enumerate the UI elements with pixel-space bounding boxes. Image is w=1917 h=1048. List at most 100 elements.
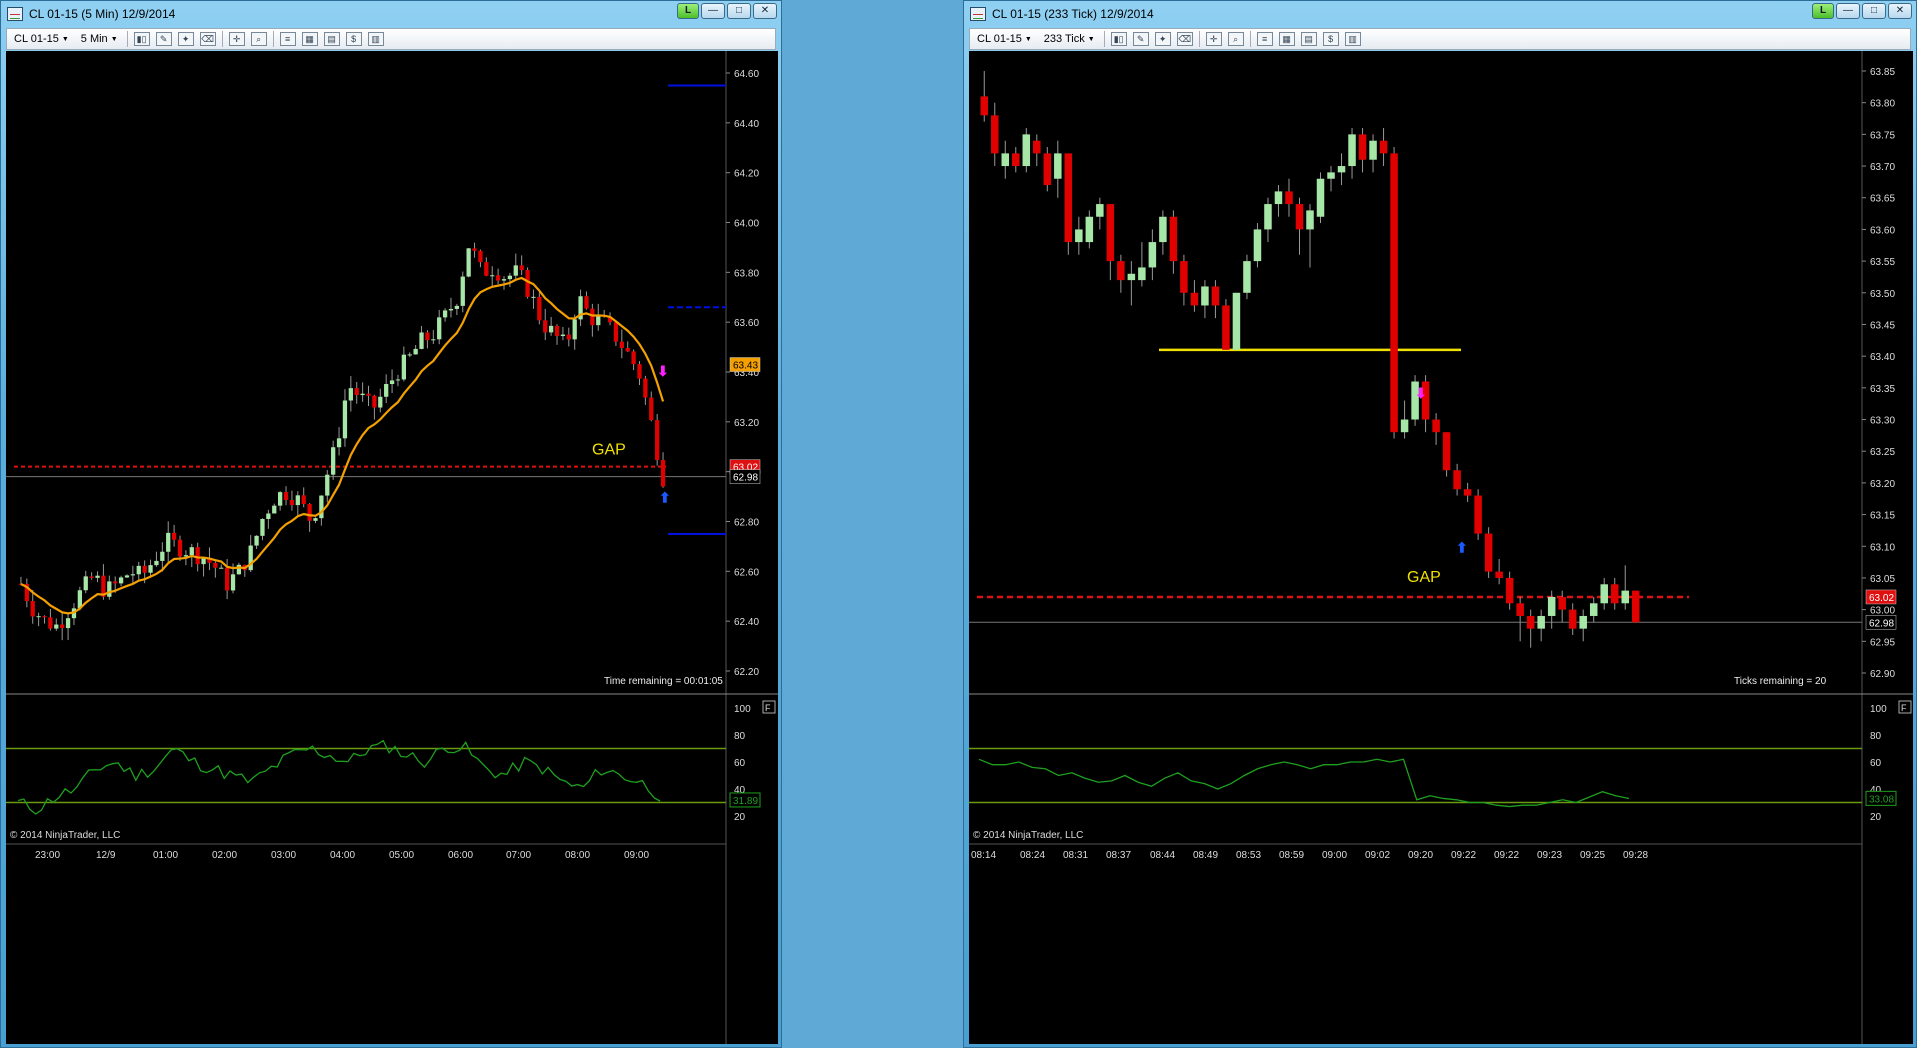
candle-body bbox=[189, 547, 194, 556]
candle-body bbox=[1484, 533, 1493, 572]
last-price-flag: 62.98 bbox=[733, 473, 758, 484]
time-tick-label: 04:00 bbox=[330, 850, 355, 861]
candle-body bbox=[219, 567, 224, 569]
dollar-icon[interactable]: $ bbox=[345, 32, 362, 46]
time-tick-label: 07:00 bbox=[506, 850, 531, 861]
right-chart-canvas[interactable]: 63.85 63.80 63.75 63.70 63.65 63.60 63.55 63.50… bbox=[969, 51, 1913, 1044]
candle-body bbox=[1264, 204, 1272, 230]
maximize-button[interactable]: □ bbox=[727, 3, 751, 19]
time-tick-label: 08:37 bbox=[1106, 850, 1131, 861]
price-tick-label: 63.40 bbox=[1870, 352, 1895, 363]
zoom-icon[interactable]: ⌕ bbox=[250, 32, 267, 46]
right-chart-panel[interactable]: 63.85 63.80 63.75 63.70 63.65 63.60 63.55 63.50… bbox=[969, 51, 1913, 1044]
draw-tool-icon[interactable]: ✦ bbox=[177, 32, 194, 46]
panel-f-label: F bbox=[1901, 703, 1907, 713]
candle-body bbox=[166, 532, 171, 552]
candle-body bbox=[1516, 603, 1524, 616]
time-tick-label: 02:00 bbox=[212, 850, 237, 861]
candle-body bbox=[431, 339, 436, 341]
interval-selector[interactable]: 5 Min ▼ bbox=[78, 33, 121, 45]
bar-type-icon[interactable]: ▮▯ bbox=[1110, 32, 1127, 46]
candle-body bbox=[336, 438, 342, 448]
time-tick-label: 08:59 bbox=[1279, 850, 1304, 861]
candle-body bbox=[1610, 584, 1619, 604]
candle-body bbox=[289, 499, 295, 506]
candle-body bbox=[1442, 432, 1451, 471]
interval-selector[interactable]: 233 Tick ▼ bbox=[1041, 33, 1098, 45]
left-chart-canvas[interactable]: 64.6064.4064.2064.0063.8063.6063.4063.20… bbox=[6, 51, 778, 1044]
candle-body bbox=[313, 518, 318, 521]
candle-body bbox=[1096, 204, 1104, 217]
candle-body bbox=[1148, 242, 1157, 268]
candle-body bbox=[454, 305, 460, 309]
strategies-icon[interactable]: ▦ bbox=[1278, 32, 1295, 46]
properties-icon[interactable]: ▤ bbox=[1300, 32, 1317, 46]
crosshair-icon[interactable]: ✛ bbox=[1205, 32, 1222, 46]
toolbar-divider bbox=[272, 31, 274, 47]
data-box-icon[interactable]: ▥ bbox=[1344, 32, 1361, 46]
candle-body bbox=[584, 296, 589, 309]
price-tick-label: 63.65 bbox=[1870, 194, 1895, 205]
draw-tool-icon[interactable]: ✦ bbox=[1154, 32, 1171, 46]
dollar-icon[interactable]: $ bbox=[1322, 32, 1339, 46]
candle-body bbox=[1495, 571, 1503, 578]
time-tick-label: 03:00 bbox=[271, 850, 296, 861]
data-box-icon[interactable]: ▥ bbox=[367, 32, 384, 46]
candle-body bbox=[136, 565, 141, 575]
candle-body bbox=[1337, 166, 1346, 173]
price-tick-label: 63.10 bbox=[1870, 542, 1895, 553]
minimize-button[interactable]: — bbox=[1836, 3, 1860, 19]
candle-body bbox=[342, 400, 348, 439]
toolbar-divider bbox=[1249, 31, 1251, 47]
time-tick-label: 08:31 bbox=[1063, 850, 1088, 861]
osc-tick-label: 100 bbox=[1870, 704, 1887, 715]
time-tick-label: 09:28 bbox=[1623, 850, 1648, 861]
crosshair-icon[interactable]: ✛ bbox=[228, 32, 245, 46]
osc-tick-label: 60 bbox=[1870, 758, 1882, 769]
candle-body bbox=[83, 576, 88, 591]
minimize-button[interactable]: — bbox=[701, 3, 725, 19]
eraser-icon[interactable]: ⌫ bbox=[199, 32, 216, 46]
price-tick-label: 63.20 bbox=[1870, 479, 1895, 490]
candle-body bbox=[490, 275, 495, 277]
candle-body bbox=[1138, 267, 1146, 281]
live-button[interactable]: L bbox=[677, 3, 699, 19]
close-button[interactable]: ✕ bbox=[753, 3, 777, 19]
candle-body bbox=[1505, 577, 1514, 604]
live-button[interactable]: L bbox=[1812, 3, 1834, 19]
instrument-selector[interactable]: CL 01-15 ▼ bbox=[974, 33, 1035, 45]
left-titlebar[interactable]: CL 01-15 (5 Min) 12/9/2014 L — □ ✕ bbox=[1, 1, 781, 27]
candle-body bbox=[495, 275, 501, 281]
strategies-icon[interactable]: ▦ bbox=[301, 32, 318, 46]
indicators-icon[interactable]: ≡ bbox=[1256, 32, 1273, 46]
candle-body bbox=[1127, 273, 1136, 281]
maximize-button[interactable]: □ bbox=[1862, 3, 1886, 19]
candle-body bbox=[160, 551, 165, 561]
candle-body bbox=[295, 495, 300, 506]
properties-icon[interactable]: ▤ bbox=[323, 32, 340, 46]
candle-body bbox=[1547, 596, 1556, 616]
candle-body bbox=[89, 576, 94, 578]
price-tick-label: 63.80 bbox=[734, 268, 759, 279]
candle-body bbox=[1568, 609, 1577, 629]
close-button[interactable]: ✕ bbox=[1888, 3, 1912, 19]
candle-body bbox=[1243, 261, 1251, 293]
right-titlebar[interactable]: CL 01-15 (233 Tick) 12/9/2014 L — □ ✕ bbox=[964, 1, 1916, 27]
eraser-icon[interactable]: ⌫ bbox=[1176, 32, 1193, 46]
candle-body bbox=[1621, 590, 1629, 604]
candle-body bbox=[1211, 286, 1220, 306]
pencil-icon[interactable]: ✎ bbox=[1132, 32, 1149, 46]
instrument-selector[interactable]: CL 01-15 ▼ bbox=[11, 33, 72, 45]
pencil-icon[interactable]: ✎ bbox=[155, 32, 172, 46]
time-tick-label: 09:22 bbox=[1451, 850, 1476, 861]
indicators-icon[interactable]: ≡ bbox=[279, 32, 296, 46]
price-tick-label: 63.45 bbox=[1870, 320, 1895, 331]
candle-body bbox=[513, 265, 518, 276]
ticks-remaining-status: Ticks remaining = 20 bbox=[1734, 676, 1827, 687]
bar-type-icon[interactable]: ▮▯ bbox=[133, 32, 150, 46]
candle-body bbox=[331, 447, 336, 475]
left-chart-panel[interactable]: 64.60 64.40 64.20 64.00 63.80 63.60 63.40 63.20… bbox=[6, 51, 778, 1044]
zoom-icon[interactable]: ⌕ bbox=[1227, 32, 1244, 46]
toolbar-divider bbox=[1198, 31, 1200, 47]
time-tick-label: 08:24 bbox=[1020, 850, 1045, 861]
